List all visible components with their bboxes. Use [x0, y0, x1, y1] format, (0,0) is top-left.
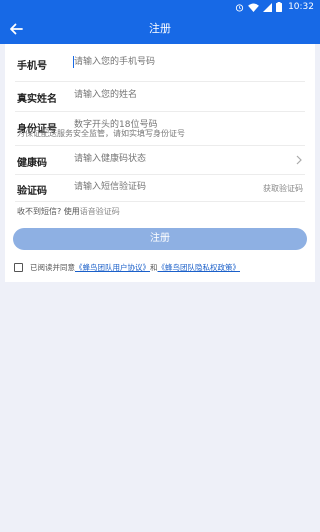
phone-label: 手机号	[17, 61, 47, 72]
status-time: 10:32	[288, 2, 314, 12]
agreement-text: 已阅读并同意《蜂鸟团队用户协议》和《蜂鸟团队隐私权政策》	[30, 262, 240, 273]
name-label: 真实姓名	[17, 94, 57, 105]
sms-code-label: 验证码	[17, 186, 47, 197]
battery-icon	[276, 2, 283, 12]
voice-hint-prefix: 收不到短信? 使用	[17, 207, 80, 216]
health-code-label: 健康码	[17, 158, 47, 169]
chevron-right-icon[interactable]	[295, 155, 303, 165]
status-icons: 10:32	[235, 1, 314, 13]
name-input[interactable]	[74, 88, 254, 102]
phone-row: 手机号	[15, 44, 305, 82]
agreement-and: 和	[150, 263, 158, 272]
register-form-card: 手机号 真实姓名 身份证号 为保证配送服务安全监管，请如实填写身份证号 健康码 …	[5, 44, 315, 282]
privacy-policy-link[interactable]: 《蜂鸟团队隐私权政策》	[158, 263, 241, 272]
phone-input[interactable]	[74, 55, 254, 69]
voice-code-link[interactable]: 语音验证码	[80, 207, 120, 216]
agreement-prefix: 已阅读并同意	[30, 263, 75, 272]
sms-code-input[interactable]	[74, 180, 224, 194]
register-button[interactable]: 注册	[13, 228, 307, 250]
status-bar: 10:32	[0, 0, 320, 14]
wifi-icon	[248, 2, 259, 12]
health-code-row[interactable]: 健康码	[15, 145, 305, 175]
sms-code-row: 验证码 获取验证码	[15, 174, 305, 202]
id-number-hint: 为保证配送服务安全监管，请如实填写身份证号	[17, 129, 185, 138]
cellular-signal-icon	[263, 2, 273, 12]
app-bar: 注册	[0, 14, 320, 44]
voice-code-hint: 收不到短信? 使用语音验证码	[17, 206, 120, 217]
alarm-icon	[235, 3, 244, 12]
get-code-button[interactable]: 获取验证码	[263, 183, 303, 194]
user-agreement-link[interactable]: 《蜂鸟团队用户协议》	[75, 263, 150, 272]
agree-checkbox[interactable]	[14, 263, 23, 272]
health-code-input[interactable]	[74, 152, 254, 166]
name-row: 真实姓名	[15, 81, 305, 112]
page-title: 注册	[149, 22, 171, 35]
